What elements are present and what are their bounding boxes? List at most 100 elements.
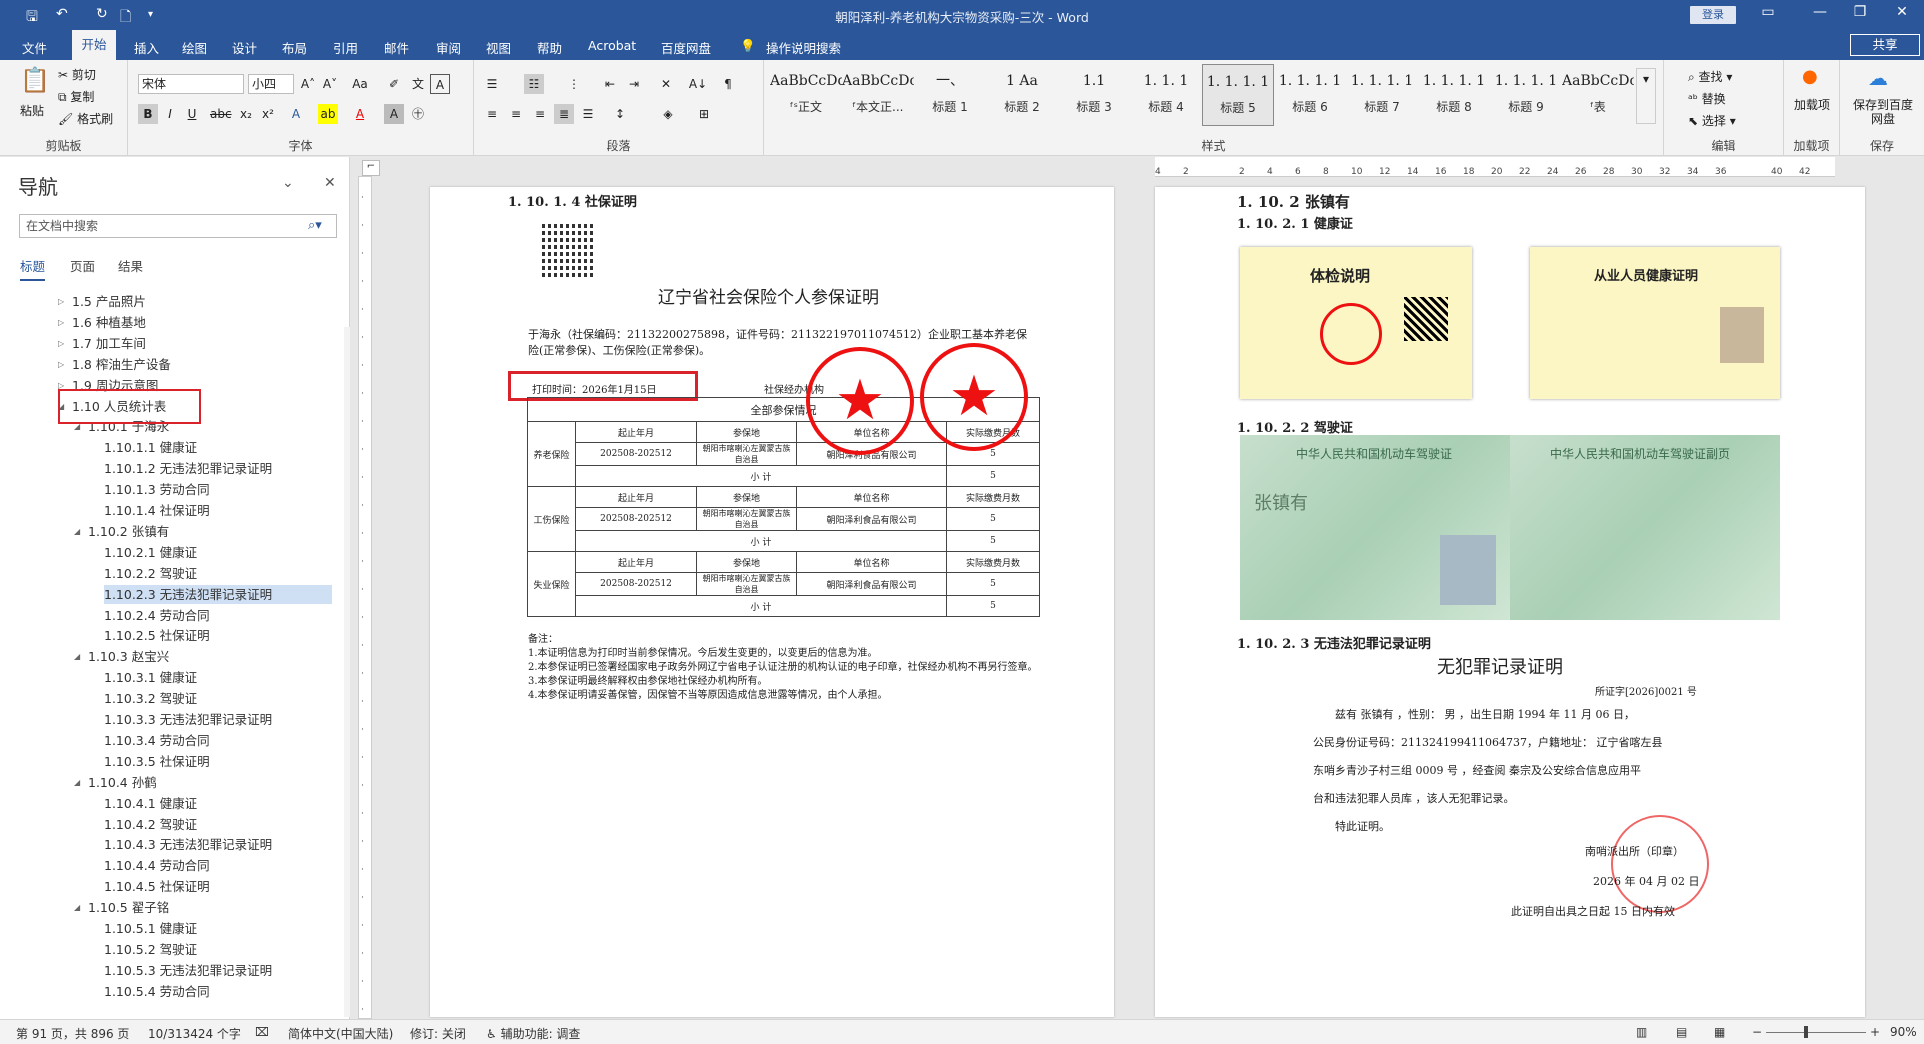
doc-page-right[interactable]: 1. 10. 2 张镇有 1. 10. 2. 1 健康证 体检说明 从业人员健康… [1155,187,1865,1017]
font-size-combo[interactable]: 小四 [248,74,294,94]
nav-heading-item[interactable]: 1.10.1.1 健康证 [104,438,197,457]
nav-heading-item[interactable]: 1.10.1.3 劳动合同 [104,480,210,499]
nav-heading-item[interactable]: 1.10.5 翟子铭 [88,898,169,917]
language[interactable]: 简体中文(中国大陆) [288,1025,393,1042]
tab-home[interactable]: 开始 [72,30,116,60]
zoom-slider[interactable] [1766,1032,1866,1033]
expand-toggle-icon[interactable]: ◢ [74,527,80,536]
nav-heading-item[interactable]: 1.10.3 赵宝兴 [88,647,169,666]
style-item[interactable]: 1. 1. 1. 1 标题 5 [1202,64,1274,126]
vertical-ruler[interactable]: · · · · · · · · · · · · · · · · · · · · · · · · · · · · · · [358,176,372,1019]
nav-heading-item[interactable]: 1.10.4.3 无违法犯罪记录证明 [104,835,272,854]
zoom-thumb[interactable] [1804,1026,1808,1038]
tell-me-search[interactable]: 操作说明搜索 [766,38,841,57]
text-effects-icon[interactable]: A [286,104,306,124]
expand-toggle-icon[interactable]: ◢ [74,778,80,787]
style-item[interactable]: 1. 1. 1. 1 标题 8 [1418,64,1490,126]
nav-heading-item[interactable]: 1.10.3.3 无违法犯罪记录证明 [104,710,272,729]
highlight-icon[interactable]: ab [318,104,338,124]
expand-toggle-icon[interactable]: ▷ [58,339,64,348]
tab-mailings[interactable]: 邮件 [384,38,409,57]
char-shading-icon[interactable]: A [384,104,404,124]
nav-heading-item[interactable]: 1.10.3.2 驾驶证 [104,689,197,708]
share-button[interactable]: 共享 [1850,34,1920,56]
expand-toggle-icon[interactable]: ▷ [58,360,64,369]
style-item[interactable]: 一、 标题 1 [914,64,986,126]
format-painter-button[interactable]: 🖌 格式刷 [58,110,113,127]
accessibility-status[interactable]: ♿ 辅助功能: 调查 [486,1025,580,1042]
login-button[interactable]: 登录 [1690,6,1736,24]
print-layout-icon[interactable]: ▤ [1676,1025,1687,1039]
tab-draw[interactable]: 绘图 [182,38,207,57]
find-button[interactable]: ⌕ 查找 ▾ [1688,68,1732,85]
style-item[interactable]: AaBbCcDc ᶠ本文正... [842,64,914,126]
tab-design[interactable]: 设计 [232,38,257,57]
nav-search-input[interactable]: 在文档中搜索 [19,214,337,238]
ribbon-display-icon[interactable]: ▭ [1748,4,1788,20]
nav-heading-item[interactable]: 1.10.5.1 健康证 [104,919,197,938]
doc-page-left[interactable]: 1. 10. 1. 4 社保证明 辽宁省社会保险个人参保证明 于海永（社保编码：… [430,187,1114,1017]
search-icon[interactable]: ⌕▾ [308,218,322,233]
nav-heading-item[interactable]: 1.10.2.5 社保证明 [104,626,210,645]
bold-icon[interactable]: B [138,104,158,124]
style-item[interactable]: AaBbCcDdI ᶠˢ正文 [770,64,842,126]
tab-baidu[interactable]: 百度网盘 [661,38,711,57]
close-icon[interactable]: ✕ [1882,4,1922,20]
proofing-icon[interactable]: ⌧ [255,1025,269,1039]
nav-options-icon[interactable]: ⌄ [282,175,294,191]
nav-tab-headings[interactable]: 标题 [20,256,46,281]
styles-more-icon[interactable]: ▾ [1636,68,1656,124]
shading-icon[interactable]: ◈ [658,104,678,124]
expand-toggle-icon[interactable]: ▷ [58,318,64,327]
horizontal-ruler[interactable]: 4 2 2 4 6 8 10 12 14 16 18 20 22 24 26 28 30 32 34 36 40 42 [1155,157,1835,177]
style-item[interactable]: 1. 1. 1 标题 4 [1130,64,1202,126]
nav-scrollbar[interactable] [344,327,350,1017]
nav-heading-item[interactable]: 1.10.5.3 无违法犯罪记录证明 [104,961,272,980]
tab-review[interactable]: 审阅 [436,38,461,57]
nav-tab-pages[interactable]: 页面 [70,256,95,275]
align-left-icon[interactable]: ≡ [482,104,502,124]
tab-help[interactable]: 帮助 [537,38,562,57]
style-item[interactable]: 1. 1. 1. 1 标题 9 [1490,64,1562,126]
replace-button[interactable]: ᵃᵇ 替换 [1688,90,1726,107]
char-border-icon[interactable]: A [430,74,450,94]
decrease-indent-icon[interactable]: ⇤ [600,74,620,94]
zoom-out-icon[interactable]: − [1752,1025,1762,1039]
expand-toggle-icon[interactable]: ◢ [74,652,80,661]
save-baidu-button[interactable]: 保存到百度网盘 [1850,98,1916,126]
nav-heading-item[interactable]: 1.10.4 孙鹤 [88,773,157,792]
nav-heading-item[interactable]: 1.6 种植基地 [72,313,146,332]
read-mode-icon[interactable]: ▥ [1636,1025,1647,1039]
nav-heading-item[interactable]: 1.10.5.4 劳动合同 [104,982,210,1001]
phonetic-icon[interactable]: 文 [408,74,428,94]
nav-heading-item[interactable]: 1.10.5.2 驾驶证 [104,940,197,959]
tab-file[interactable]: 文件 [22,38,47,57]
asian-layout-icon[interactable]: ✕ [656,74,676,94]
grow-font-icon[interactable]: A˄ [298,74,318,94]
nav-heading-item[interactable]: 1.5 产品照片 [72,292,146,311]
italic-icon[interactable]: I [160,104,180,124]
nav-heading-item[interactable]: 1.10.2.2 驾驶证 [104,564,197,583]
increase-indent-icon[interactable]: ⇥ [624,74,644,94]
zoom-in-icon[interactable]: + [1870,1025,1880,1039]
nav-heading-item[interactable]: 1.10.3.5 社保证明 [104,752,210,771]
cut-button[interactable]: ✂ 剪切 [58,66,96,83]
nav-heading-item[interactable]: 1.10.2.1 健康证 [104,543,197,562]
paste-button[interactable]: 粘贴 [20,102,44,119]
sort-icon[interactable]: A↓ [688,74,708,94]
numbering-icon[interactable]: ☷ [524,74,544,94]
nav-heading-item[interactable]: 1.10.4.1 健康证 [104,794,197,813]
align-right-icon[interactable]: ≡ [530,104,550,124]
nav-heading-item[interactable]: 1.10.4.4 劳动合同 [104,856,210,875]
nav-heading-item[interactable]: 1.10.2.3 无违法犯罪记录证明 [104,584,332,604]
word-count[interactable]: 10/313424 个字 [148,1025,241,1042]
nav-heading-item[interactable]: 1.10.2.4 劳动合同 [104,606,210,625]
load-addins-button[interactable]: 加载项 [1790,98,1834,112]
align-center-icon[interactable]: ≡ [506,104,526,124]
style-item[interactable]: AaBbCcDc ᶠ表 [1562,64,1634,126]
underline-icon[interactable]: U [182,104,202,124]
shrink-font-icon[interactable]: A˅ [320,74,340,94]
font-color-icon[interactable]: A [350,104,370,124]
nav-heading-item[interactable]: 1.7 加工车间 [72,334,146,353]
nav-heading-item[interactable]: 1.10.3.1 健康证 [104,668,197,687]
